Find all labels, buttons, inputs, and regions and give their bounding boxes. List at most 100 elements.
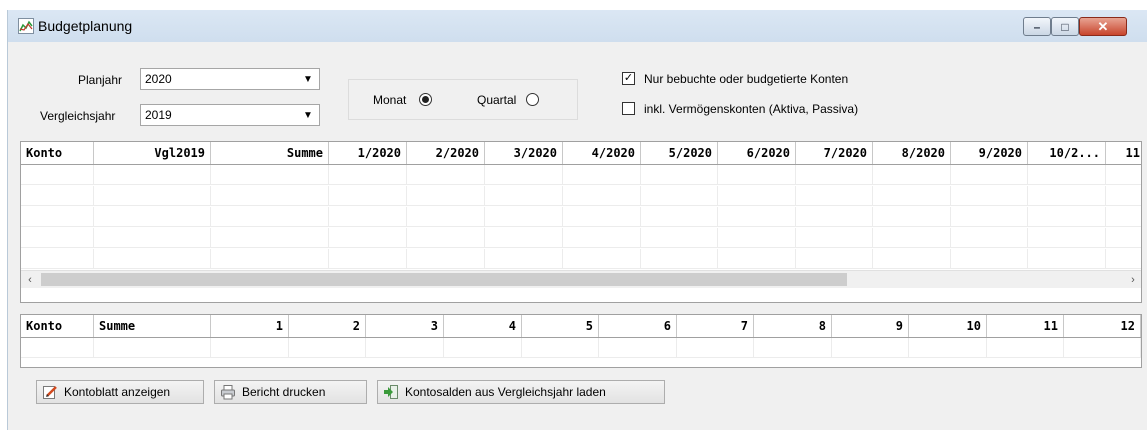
table-cell[interactable] <box>407 249 485 269</box>
table-cell[interactable] <box>951 249 1028 269</box>
table-cell[interactable] <box>718 228 796 248</box>
inkl-vermoegen-checkbox[interactable] <box>622 102 635 115</box>
close-button[interactable]: ✕ <box>1079 17 1127 36</box>
chevron-down-icon[interactable]: ▼ <box>297 105 319 125</box>
table-cell[interactable] <box>796 186 873 206</box>
table-cell[interactable] <box>21 207 94 227</box>
table-cell[interactable] <box>873 165 951 185</box>
column-header[interactable]: 3 <box>366 315 444 337</box>
table-cell[interactable] <box>329 186 407 206</box>
table-cell[interactable] <box>796 207 873 227</box>
table-cell[interactable] <box>1106 228 1141 248</box>
chevron-down-icon[interactable]: ▼ <box>297 69 319 89</box>
table-cell[interactable] <box>485 207 563 227</box>
table-cell[interactable] <box>94 186 211 206</box>
column-header[interactable]: 5 <box>522 315 599 337</box>
table-cell[interactable] <box>211 186 329 206</box>
table-cell[interactable] <box>563 228 641 248</box>
column-header[interactable]: 7 <box>677 315 754 337</box>
column-header[interactable]: 5/2020 <box>641 142 718 164</box>
table-cell[interactable] <box>485 228 563 248</box>
table-cell[interactable] <box>211 165 329 185</box>
table-cell[interactable] <box>1028 165 1106 185</box>
column-header[interactable]: 6/2020 <box>718 142 796 164</box>
title-bar[interactable]: Budgetplanung – □ ✕ <box>8 10 1147 42</box>
column-header[interactable]: 4/2020 <box>563 142 641 164</box>
table-cell[interactable] <box>1106 165 1141 185</box>
column-header[interactable]: Summe <box>211 142 329 164</box>
table-cell[interactable] <box>873 186 951 206</box>
column-header[interactable]: Konto <box>21 142 94 164</box>
table-cell[interactable] <box>563 207 641 227</box>
column-header[interactable]: 6 <box>599 315 677 337</box>
column-header[interactable]: 3/2020 <box>485 142 563 164</box>
table-cell[interactable] <box>407 186 485 206</box>
table-cell[interactable] <box>641 228 718 248</box>
table-cell[interactable] <box>329 165 407 185</box>
table-cell[interactable] <box>1028 207 1106 227</box>
table-cell[interactable] <box>1028 228 1106 248</box>
scrollbar-thumb[interactable] <box>41 273 847 286</box>
table-cell[interactable] <box>21 165 94 185</box>
column-header[interactable]: Konto <box>21 315 94 337</box>
table-cell[interactable] <box>485 249 563 269</box>
table-cell[interactable] <box>211 249 329 269</box>
column-header[interactable]: 9/2020 <box>951 142 1028 164</box>
budget-grid[interactable]: Konto Vgl2019 Summe 1/2020 2/2020 3/2020… <box>20 141 1142 303</box>
table-cell[interactable] <box>951 207 1028 227</box>
table-cell[interactable] <box>873 207 951 227</box>
table-cell[interactable] <box>329 249 407 269</box>
column-header[interactable]: 10/2... <box>1028 142 1106 164</box>
table-cell[interactable] <box>641 186 718 206</box>
maximize-button[interactable]: □ <box>1051 17 1079 36</box>
table-cell[interactable] <box>1106 249 1141 269</box>
column-header[interactable]: 1 <box>211 315 289 337</box>
horizontal-scrollbar[interactable]: ‹ › <box>21 270 1141 288</box>
planjahr-select[interactable]: 2020 ▼ <box>140 68 320 90</box>
column-header[interactable]: 10 <box>909 315 987 337</box>
table-row[interactable] <box>21 228 1141 248</box>
table-cell[interactable] <box>718 249 796 269</box>
table-cell[interactable] <box>641 207 718 227</box>
table-cell[interactable] <box>94 207 211 227</box>
column-header[interactable]: 2/2020 <box>407 142 485 164</box>
table-cell[interactable] <box>407 207 485 227</box>
table-cell[interactable] <box>796 228 873 248</box>
scroll-left-icon[interactable]: ‹ <box>21 271 39 288</box>
table-cell[interactable] <box>641 165 718 185</box>
table-cell[interactable] <box>718 165 796 185</box>
table-cell[interactable] <box>718 186 796 206</box>
table-cell[interactable] <box>21 249 94 269</box>
summary-row[interactable] <box>21 338 1141 358</box>
kontoblatt-anzeigen-button[interactable]: Kontoblatt anzeigen <box>36 380 204 404</box>
table-cell[interactable] <box>951 228 1028 248</box>
table-row[interactable] <box>21 165 1141 185</box>
vergleichsjahr-select[interactable]: 2019 ▼ <box>140 104 320 126</box>
table-cell[interactable] <box>329 228 407 248</box>
table-cell[interactable] <box>563 249 641 269</box>
table-row[interactable] <box>21 207 1141 227</box>
quartal-radio[interactable] <box>526 93 539 106</box>
column-header[interactable]: 11 <box>1106 142 1141 164</box>
column-header[interactable]: 4 <box>444 315 522 337</box>
table-cell[interactable] <box>796 165 873 185</box>
table-cell[interactable] <box>951 186 1028 206</box>
table-cell[interactable] <box>211 207 329 227</box>
kontosalden-laden-button[interactable]: Kontosalden aus Vergleichsjahr laden <box>377 380 665 404</box>
column-header[interactable]: 8/2020 <box>873 142 951 164</box>
column-header[interactable]: Summe <box>94 315 211 337</box>
column-header[interactable]: 7/2020 <box>796 142 873 164</box>
column-header[interactable]: 9 <box>832 315 909 337</box>
table-cell[interactable] <box>21 228 94 248</box>
bericht-drucken-button[interactable]: Bericht drucken <box>214 380 367 404</box>
column-header[interactable]: 1/2020 <box>329 142 407 164</box>
table-cell[interactable] <box>641 249 718 269</box>
table-cell[interactable] <box>211 228 329 248</box>
table-cell[interactable] <box>407 165 485 185</box>
table-row[interactable] <box>21 186 1141 206</box>
table-cell[interactable] <box>718 207 796 227</box>
monat-radio[interactable] <box>419 93 432 106</box>
table-cell[interactable] <box>796 249 873 269</box>
column-header[interactable]: Vgl2019 <box>94 142 211 164</box>
table-cell[interactable] <box>21 186 94 206</box>
